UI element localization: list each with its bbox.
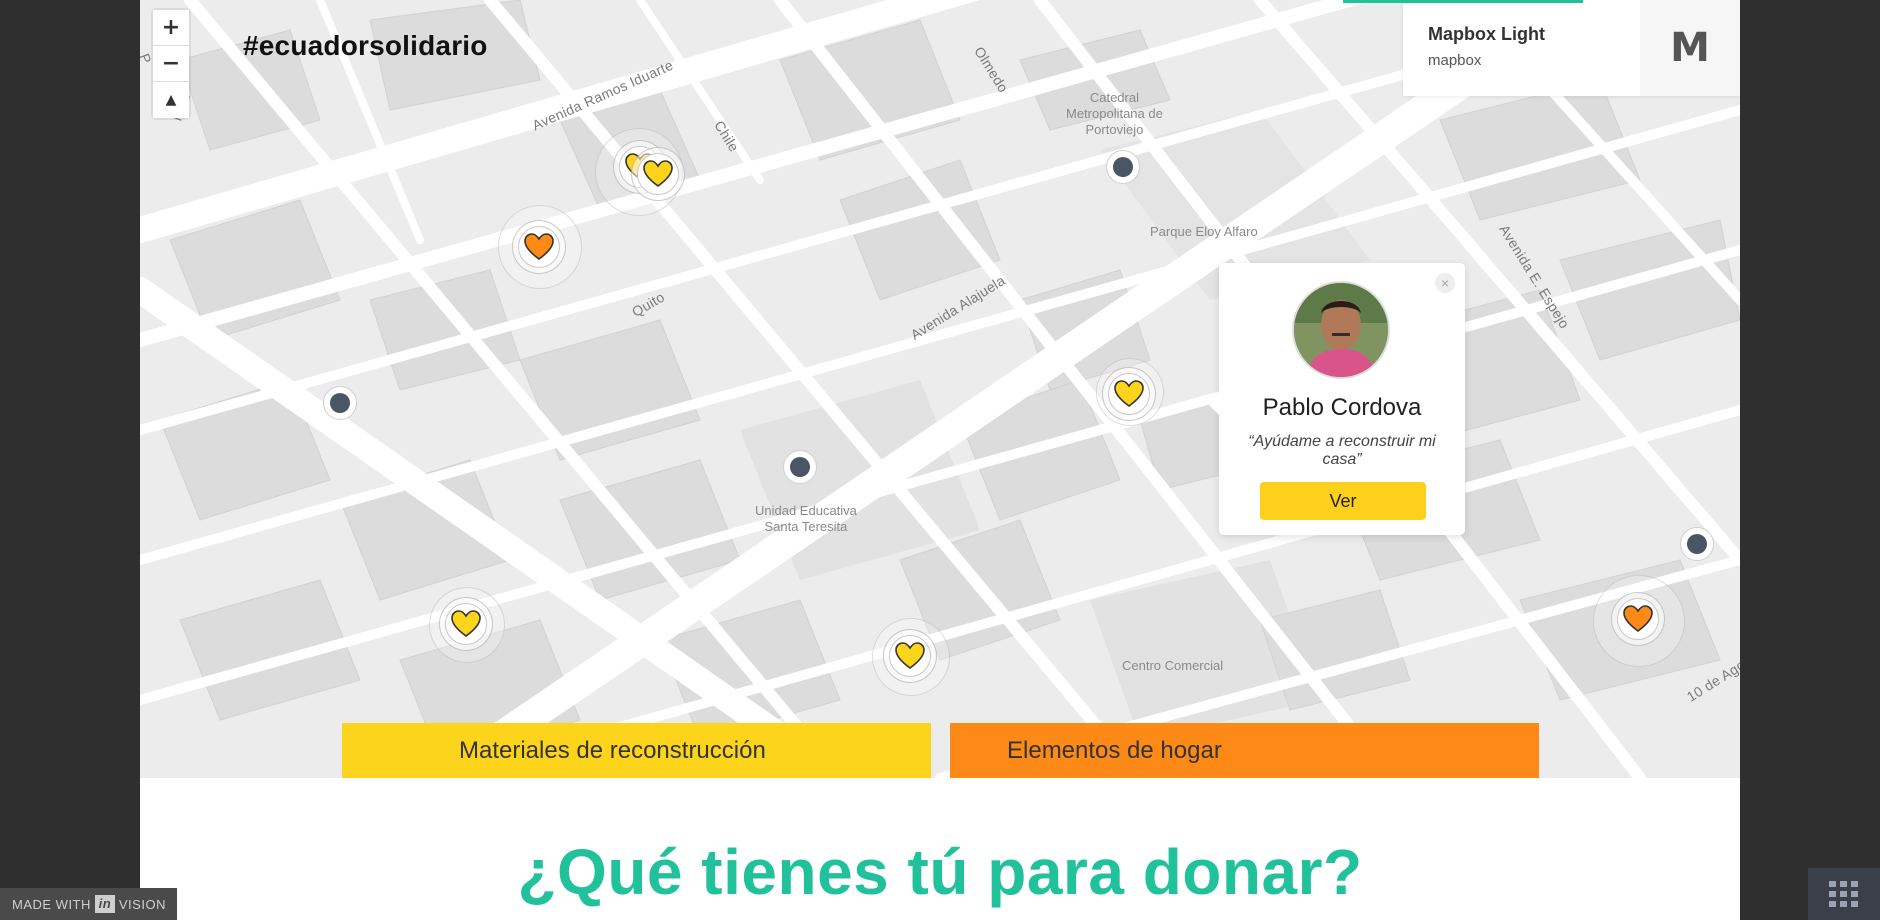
location-dot-marker[interactable] (1106, 150, 1140, 184)
profile-quote: “Ayúdame a reconstruir mi casa” (1248, 433, 1436, 468)
map-style-provider: mapbox (1428, 52, 1482, 69)
zoom-in-button[interactable]: + (153, 10, 189, 46)
close-icon[interactable]: × (1435, 273, 1455, 293)
heart-marker-yellow[interactable] (631, 147, 685, 201)
map-style-card[interactable]: Mapbox Light mapbox M (1343, 0, 1740, 96)
location-dot-marker[interactable] (323, 386, 357, 420)
grid-icon (1829, 881, 1858, 907)
heart-icon (895, 642, 925, 669)
location-dot-marker[interactable] (1680, 527, 1714, 561)
poi-parque: Parque Eloy Alfaro (1150, 224, 1258, 239)
profile-name: Pablo Cordova (1262, 394, 1422, 421)
map-style-name: Mapbox Light (1428, 24, 1545, 44)
popup-tip (1207, 391, 1219, 415)
heart-marker-orange[interactable] (1611, 592, 1665, 646)
poi-centro: Centro Comercial (1122, 658, 1224, 673)
zoom-out-button[interactable]: − (153, 46, 189, 82)
view-button[interactable]: Ver (1260, 482, 1426, 520)
mapbox-logo-icon: M (1640, 0, 1740, 96)
style-card-accent (1343, 0, 1583, 3)
heart-icon (524, 233, 554, 260)
heart-marker-yellow[interactable] (883, 629, 937, 683)
profile-popup: × Pablo Cordova “Ayúdame a reconstruir m… (1207, 263, 1465, 535)
vision-label: VISION (118, 896, 166, 912)
invision-logo-icon: in (94, 895, 115, 913)
heart-icon (1114, 380, 1144, 407)
heart-marker-yellow[interactable] (439, 597, 493, 651)
left-gutter (0, 0, 140, 920)
hashtag-title: #ecuadorsolidario (243, 30, 488, 61)
avatar (1292, 281, 1390, 379)
poi-catedral: Catedral Metropolitana de Portoviejo (1066, 90, 1163, 137)
location-dot-marker[interactable] (783, 450, 817, 484)
map[interactable]: Avenida Ramos Iduarte Chile Olmedo Quito… (140, 0, 1740, 778)
heart-icon (643, 160, 673, 187)
zoom-control: + − ▲ (153, 10, 189, 118)
grid-menu-button[interactable] (1808, 868, 1880, 920)
heart-marker-orange[interactable] (512, 220, 566, 274)
heart-icon (451, 610, 481, 637)
heart-marker-yellow[interactable] (1102, 367, 1156, 421)
made-with-invision-badge[interactable]: MADE WITH in VISION (0, 888, 177, 920)
compass-button[interactable]: ▲ (153, 82, 189, 118)
heart-icon (1623, 605, 1653, 632)
right-gutter (1740, 0, 1880, 920)
page: Avenida Ramos Iduarte Chile Olmedo Quito… (140, 0, 1740, 920)
page-headline: ¿Qué tienes tú para donar? (517, 836, 1363, 908)
category-home-button[interactable]: Elementos de hogar (950, 723, 1539, 778)
made-with-label: MADE WITH (12, 896, 91, 912)
poi-unidad: Unidad Educativa Santa Teresita (755, 503, 857, 534)
person-photo-icon (1294, 283, 1388, 377)
category-materials-button[interactable]: Materiales de reconstrucción (342, 723, 931, 778)
